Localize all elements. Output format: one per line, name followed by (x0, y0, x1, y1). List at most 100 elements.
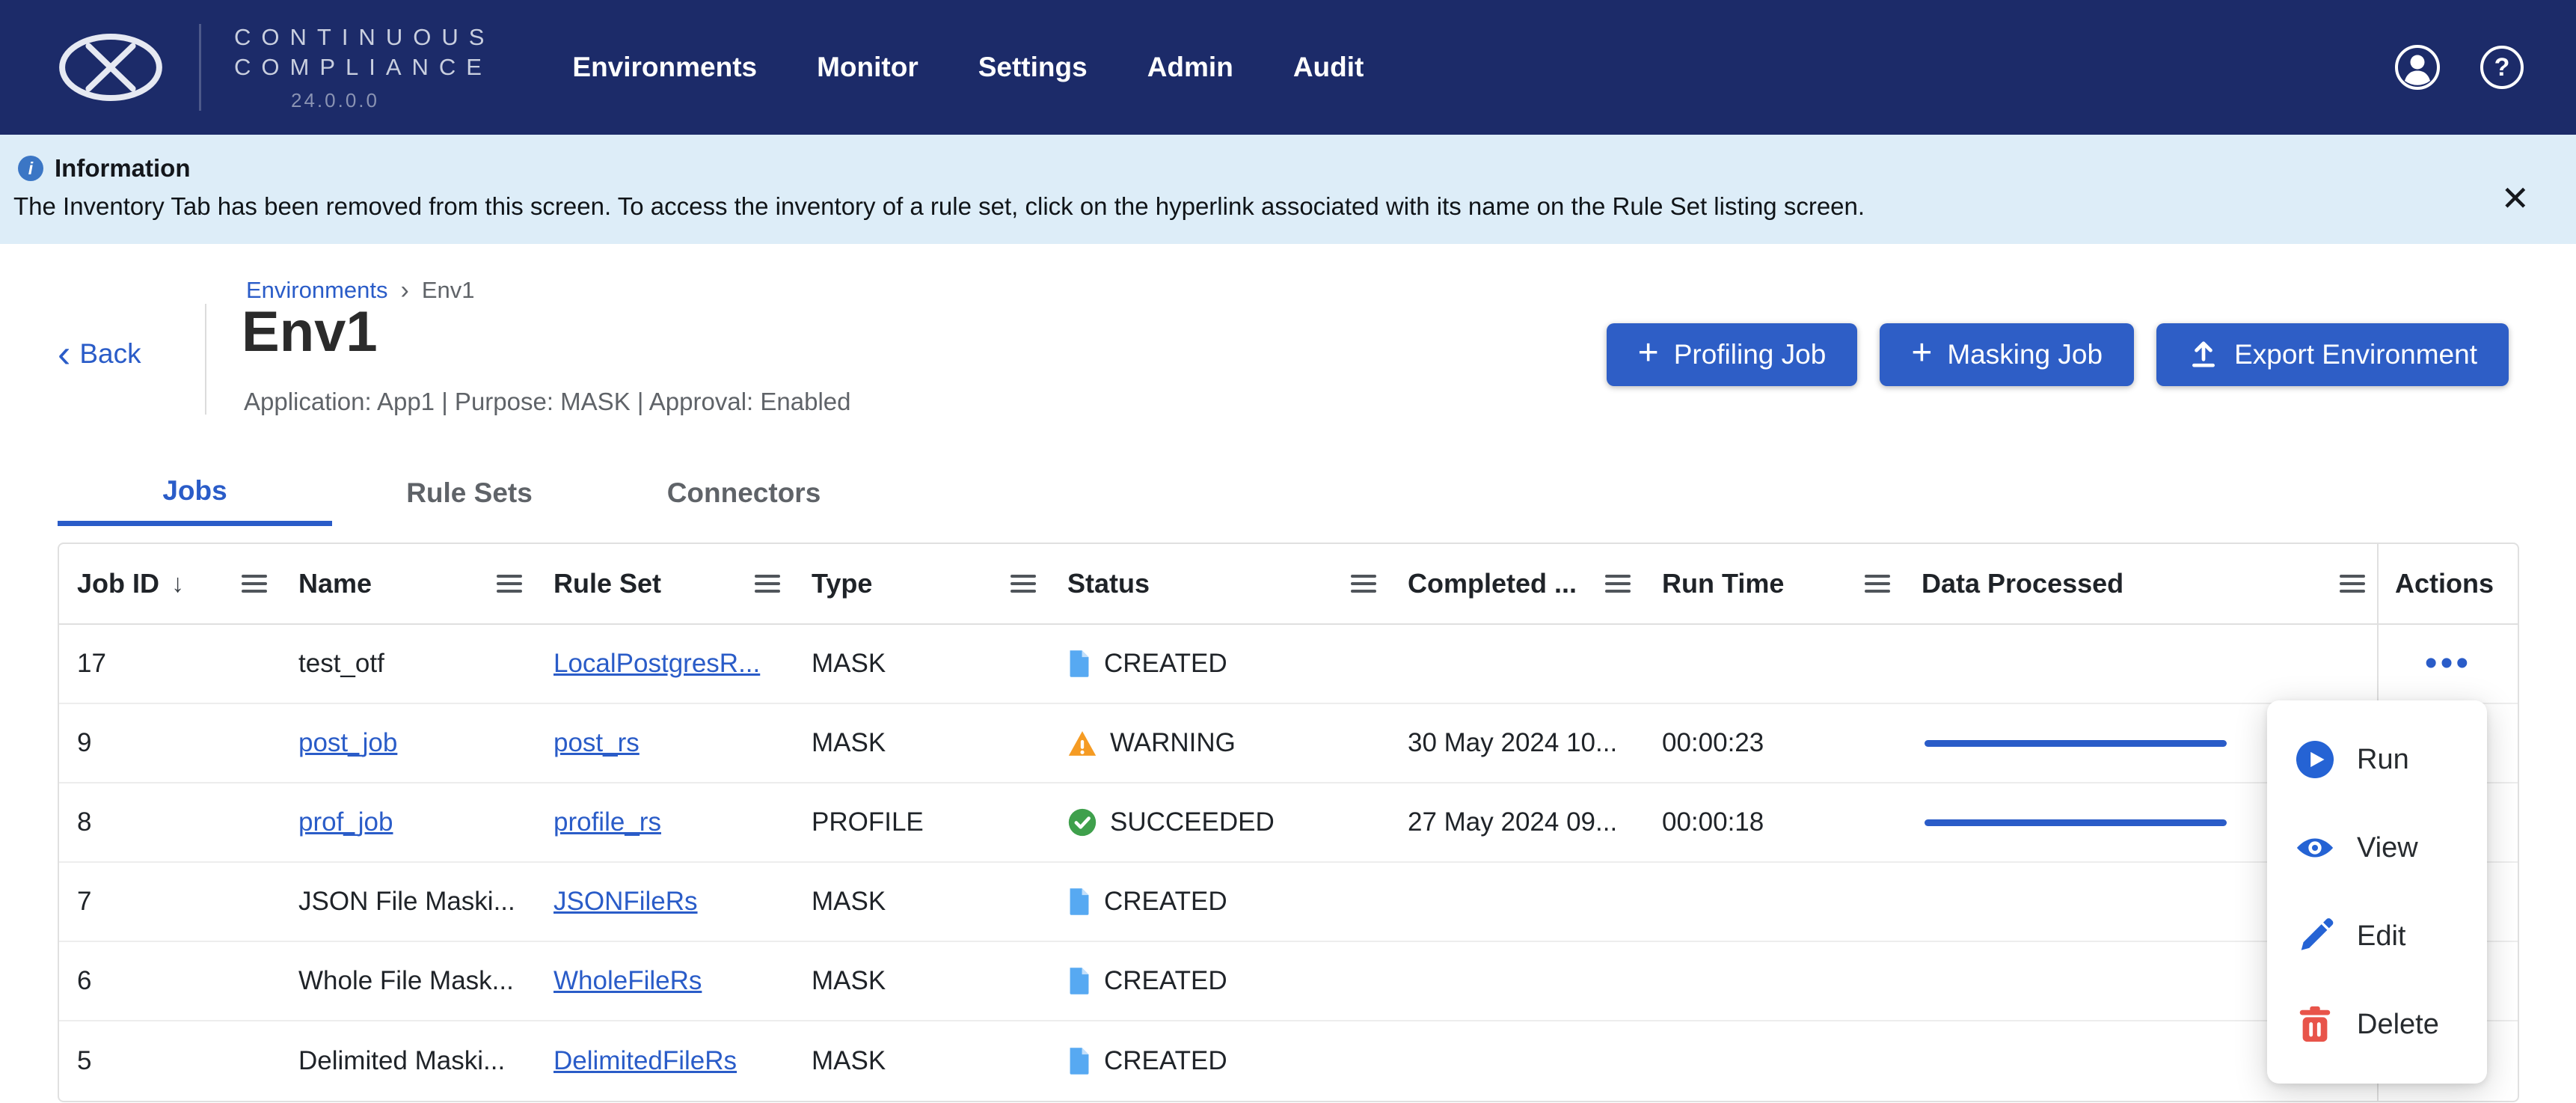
col-label: Actions (2395, 568, 2494, 599)
cell-name: Delimited Maski... (279, 1021, 534, 1101)
rule-set-link[interactable]: post_rs (553, 728, 640, 758)
col-label: Data Processed (1922, 568, 2123, 599)
account-icon[interactable] (2393, 43, 2441, 91)
column-menu-icon[interactable] (1351, 575, 1376, 593)
menu-item-delete[interactable]: Delete (2267, 980, 2487, 1069)
sort-desc-icon[interactable]: ↓ (171, 569, 184, 599)
cell-type: MASK (792, 863, 1048, 941)
col-label: Type (812, 568, 872, 599)
created-file-icon (1067, 649, 1091, 679)
cell-rule-set: LocalPostgresR... (534, 625, 792, 703)
nav-item-audit[interactable]: Audit (1293, 52, 1364, 83)
tab-jobs[interactable]: Jobs (58, 460, 332, 526)
col-label: Status (1067, 568, 1150, 599)
column-menu-icon[interactable] (497, 575, 522, 593)
nav-item-settings[interactable]: Settings (978, 52, 1088, 83)
cell-completed: 30 May 2024 10... (1388, 704, 1643, 782)
col-label: Name (298, 568, 372, 599)
created-file-icon (1067, 887, 1091, 917)
col-header-rule-set[interactable]: Rule Set (534, 544, 792, 623)
chevron-right-icon: › (401, 278, 409, 303)
back-button[interactable]: ‹ Back (58, 338, 141, 370)
column-menu-icon[interactable] (755, 575, 780, 593)
col-header-run-time[interactable]: Run Time (1643, 544, 1902, 623)
info-icon: i (18, 156, 43, 181)
column-menu-icon[interactable] (1865, 575, 1890, 593)
nav-item-environments[interactable]: Environments (572, 52, 757, 83)
col-header-status[interactable]: Status (1048, 544, 1388, 623)
version-label: 24.0.0.0 (291, 89, 494, 112)
column-menu-icon[interactable] (1605, 575, 1631, 593)
header-divider (205, 304, 206, 415)
cell-run-time: 00:00:23 (1643, 704, 1902, 782)
nav-item-admin[interactable]: Admin (1147, 52, 1233, 83)
info-banner-title: Information (55, 154, 190, 183)
rule-set-link[interactable]: JSONFileRs (553, 887, 698, 917)
view-eye-icon (2296, 828, 2334, 867)
info-banner-message: The Inventory Tab has been removed from … (0, 192, 2576, 221)
table-row: 17 test_otf LocalPostgresR... MASK CREAT… (59, 625, 2518, 704)
tab-rule-sets[interactable]: Rule Sets (332, 460, 607, 526)
masking-job-button[interactable]: + Masking Job (1880, 323, 2134, 386)
export-environment-button[interactable]: Export Environment (2156, 323, 2509, 386)
menu-item-run[interactable]: Run (2267, 715, 2487, 804)
delete-trash-icon (2296, 1005, 2334, 1044)
chevron-left-icon: ‹ (58, 340, 70, 369)
rule-set-link[interactable]: LocalPostgresR... (553, 649, 760, 679)
jobs-table: Job ID ↓ Name Rule Set Type Status (58, 543, 2519, 1102)
cell-status: CREATED (1048, 942, 1388, 1020)
col-header-name[interactable]: Name (279, 544, 534, 623)
col-header-data-processed[interactable]: Data Processed (1902, 544, 2377, 623)
profiling-job-button[interactable]: + Profiling Job (1607, 323, 1858, 386)
main-nav: Environments Monitor Settings Admin Audi… (572, 52, 1364, 83)
edit-pencil-icon (2296, 917, 2334, 956)
close-icon[interactable]: ✕ (2500, 181, 2530, 216)
col-label: Rule Set (553, 568, 661, 599)
cell-name: JSON File Maski... (279, 863, 534, 941)
brand-logo[interactable]: CONTINUOUS COMPLIANCE 24.0.0.0 (55, 22, 494, 112)
job-name-link[interactable]: post_job (298, 728, 397, 758)
menu-item-label: Delete (2357, 1009, 2439, 1041)
menu-item-edit[interactable]: Edit (2267, 892, 2487, 980)
cell-rule-set: DelimitedFileRs (534, 1021, 792, 1101)
more-actions-icon[interactable]: ••• (2425, 646, 2471, 682)
rule-set-link[interactable]: DelimitedFileRs (553, 1046, 737, 1076)
cell-completed (1388, 863, 1643, 941)
app-root: CONTINUOUS COMPLIANCE 24.0.0.0 Environme… (0, 0, 2576, 1103)
tab-connectors[interactable]: Connectors (607, 460, 881, 526)
cell-job-id: 17 (59, 625, 279, 703)
main-content: Environments › Env1 ‹ Back Env1 Applicat… (0, 244, 2576, 1103)
rule-set-link[interactable]: WholeFileRs (553, 966, 702, 996)
menu-item-view[interactable]: View (2267, 804, 2487, 892)
brand-line2: COMPLIANCE (234, 52, 494, 82)
column-menu-icon[interactable] (2340, 575, 2365, 593)
help-icon[interactable]: ? (2480, 46, 2524, 89)
table-row: 8 prof_job profile_rs PROFILE SUCCEEDED … (59, 783, 2518, 863)
table-row: 7 JSON File Maski... JSONFileRs MASK CRE… (59, 863, 2518, 942)
nav-item-monitor[interactable]: Monitor (817, 52, 919, 83)
menu-item-label: Edit (2357, 920, 2405, 953)
cell-name: post_job (279, 704, 534, 782)
cell-name: test_otf (279, 625, 534, 703)
succeeded-check-icon (1067, 807, 1097, 837)
col-header-job-id[interactable]: Job ID ↓ (59, 544, 279, 623)
column-menu-icon[interactable] (1011, 575, 1036, 593)
rule-set-link[interactable]: profile_rs (553, 807, 661, 837)
cell-status: WARNING (1048, 704, 1388, 782)
cell-completed (1388, 625, 1643, 703)
cell-name: Whole File Mask... (279, 942, 534, 1020)
cell-type: PROFILE (792, 783, 1048, 861)
col-label: Run Time (1662, 568, 1784, 599)
delphix-logo-icon (55, 31, 166, 104)
cell-rule-set: WholeFileRs (534, 942, 792, 1020)
job-name-link[interactable]: prof_job (298, 807, 393, 837)
page-subtitle: Application: App1 | Purpose: MASK | Appr… (244, 388, 850, 416)
column-menu-icon[interactable] (242, 575, 267, 593)
cell-type: MASK (792, 625, 1048, 703)
plus-icon: + (1638, 335, 1659, 371)
col-header-type[interactable]: Type (792, 544, 1048, 623)
actions-context-menu: Run View Edit Delete (2267, 700, 2487, 1084)
col-header-completed[interactable]: Completed ... (1388, 544, 1643, 623)
created-file-icon (1067, 966, 1091, 996)
col-label: Completed ... (1408, 568, 1577, 599)
